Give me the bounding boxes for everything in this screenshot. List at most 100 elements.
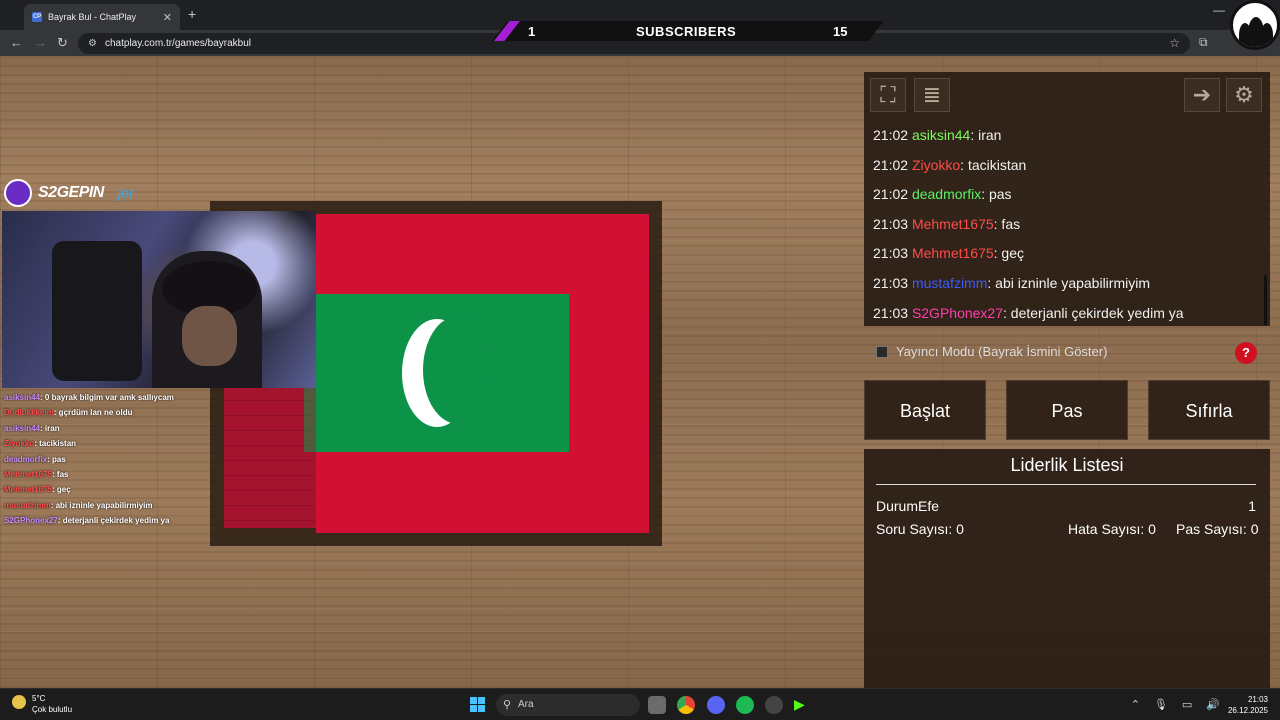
chat-user[interactable]: Mehmet1675 — [912, 245, 994, 261]
chat-message: 21:03 mustafzimm: abi izninle yapabilirm… — [873, 275, 1150, 291]
chat-message: 21:03 Mehmet1675: fas — [873, 216, 1020, 232]
question-count: Soru Sayısı: 0 — [876, 521, 964, 537]
search-icon: ⚲ — [503, 699, 512, 711]
overlay-chat-text: : deterjanli çekirdek yedim ya — [57, 516, 170, 526]
flag-green-panel — [316, 294, 569, 452]
sponsor-logo: jet — [117, 185, 133, 201]
fullscreen-icon[interactable]: ⛶ — [870, 78, 906, 112]
microphone-icon[interactable]: 🎙 — [1154, 698, 1168, 711]
chat-user[interactable]: Mehmet1675 — [912, 216, 994, 232]
chat-time: 21:03 — [873, 304, 909, 321]
task-view-icon[interactable] — [648, 696, 666, 714]
overlay-chat-row: asiksin44: iran — [4, 421, 224, 436]
community-logo-icon — [1230, 0, 1280, 50]
weather-temp: 5°C — [32, 694, 46, 703]
list-icon[interactable]: ≣ — [914, 78, 950, 112]
close-tab-icon[interactable]: ✕ — [163, 11, 172, 24]
chat-user[interactable]: Ziyokko — [912, 157, 960, 173]
weather-widget[interactable]: 5°C Çok bulutlu — [12, 693, 72, 715]
url-text: chatplay.com.tr/games/bayrakbul — [105, 38, 251, 49]
logout-icon[interactable]: ➔ — [1184, 78, 1220, 112]
pass-count: Pas Sayısı: 0 — [1176, 521, 1259, 537]
streamer-mode-label: Yayıncı Modu (Bayrak İsmini Göster) — [896, 344, 1108, 359]
chat-text: : tacikistan — [960, 156, 1027, 173]
game-page: S2GEPIN jet asiksin44: 0 bayrak bilgim v… — [0, 56, 1280, 688]
streamer-mode-checkbox[interactable] — [876, 345, 888, 358]
chat-text: : iran — [970, 127, 1002, 143]
overlay-chat-user: asiksin44 — [4, 423, 41, 433]
extensions-icon[interactable]: ⧉ — [1199, 35, 1208, 50]
forward-arrow-icon[interactable]: → — [34, 35, 47, 50]
network-icon[interactable]: ▭ — [1182, 698, 1192, 711]
chat-message: 21:02 asiksin44: iran — [873, 127, 1001, 143]
tray-overflow-icon[interactable]: ⌃ — [1131, 698, 1140, 711]
weather-cloud-icon — [12, 695, 26, 709]
windows-taskbar: 5°C Çok bulutlu ⚲ Ara ▶ ⌃ 🎙 ▭ 🔊 21:03 26… — [0, 688, 1280, 720]
overlay-chat-row: mustafzimm: abi izninle yapabilirmiyim — [4, 498, 224, 513]
chat-time: 21:03 — [873, 275, 909, 291]
tab-bayrak-bul[interactable]: CP Bayrak Bul - ChatPlay ✕ — [24, 4, 180, 30]
overlay-chat-row: asiksin44: 0 bayrak bilgim var amk sallı… — [4, 390, 224, 405]
chat-text: : fas — [993, 215, 1021, 232]
webcam-chair — [52, 241, 142, 381]
overlay-chat-row: Mehmet1675: geç — [4, 482, 224, 497]
chat-panel: ⛶ ≣ ➔ ⚙ 21:02 asiksin44: iran 21:02 Ziyok… — [864, 72, 1270, 326]
start-button[interactable]: Başlat — [864, 380, 986, 440]
chat-user[interactable]: asiksin44 — [912, 127, 970, 143]
leaderboard-title: Liderlik Listesi — [1010, 455, 1124, 475]
steam-icon[interactable] — [765, 696, 783, 714]
help-button[interactable]: ? — [1235, 342, 1257, 364]
streamer-mode-toggle[interactable]: Yayıncı Modu (Bayrak İsmini Göster) — [876, 344, 1107, 359]
chat-text: : deterjanli çekirdek yedim ya — [1003, 304, 1184, 321]
overlay-chat-text: : fas — [52, 470, 69, 480]
chat-message: 21:03 S2GPhonex27: deterjanli çekirdek y… — [873, 305, 1184, 321]
overlay-chat-user: mustafzimm — [4, 500, 51, 510]
chat-list: 21:02 asiksin44: iran 21:02 Ziyokko: taci… — [864, 120, 1264, 328]
tab-title: Bayrak Bul - ChatPlay — [48, 12, 137, 22]
spotify-icon[interactable] — [736, 696, 754, 714]
flag-image — [316, 214, 649, 533]
chat-user[interactable]: S2GPhonex27 — [912, 305, 1003, 321]
subscriber-left-count: 1 — [528, 24, 536, 39]
chat-text: : geç — [993, 245, 1025, 262]
reset-button[interactable]: Sıfırla — [1148, 380, 1270, 440]
taskbar-clock[interactable]: 21:03 26.12.2025 — [1228, 694, 1268, 716]
overlay-chat-user: Mehmet1675 — [4, 485, 53, 495]
leaderboard-player: DurumEfe — [876, 498, 940, 514]
reload-icon[interactable]: ↻ — [57, 35, 68, 51]
chat-time: 21:02 — [873, 127, 909, 143]
chrome-icon[interactable] — [677, 696, 695, 714]
overlay-chat-user: Dudiukkkeim — [4, 408, 54, 418]
webcam-feed — [2, 211, 316, 388]
chat-message: 21:02 deadmorfix: pas — [873, 186, 1012, 202]
chatplay-favicon-icon: CP — [32, 12, 42, 22]
chat-user[interactable]: deadmorfix — [912, 186, 981, 202]
settings-gear-icon[interactable]: ⚙ — [1226, 78, 1262, 112]
clock-time: 21:03 — [1247, 695, 1268, 704]
bookmark-star-icon[interactable]: ☆ — [1169, 33, 1180, 54]
chat-time: 21:03 — [873, 215, 909, 232]
overlay-chat-text: : pas — [47, 454, 66, 464]
overlay-chat-text: : geç — [52, 485, 71, 495]
kick-icon[interactable]: ▶ — [794, 696, 812, 714]
start-menu-icon[interactable] — [470, 697, 485, 712]
new-tab-icon[interactable]: + — [188, 6, 196, 22]
error-count: Hata Sayısı: 0 — [1068, 521, 1156, 537]
chat-scrollbar[interactable] — [1264, 275, 1267, 325]
stream-chat-overlay: asiksin44: 0 bayrak bilgim var amk sallı… — [4, 390, 224, 529]
leaderboard-score: 1 — [1248, 498, 1256, 514]
minimize-icon[interactable]: — — [1213, 3, 1225, 17]
pass-button[interactable]: Pas — [1006, 380, 1128, 440]
overlay-chat-text: : gçrdüm lan ne oldu — [53, 408, 133, 418]
overlay-chat-user: Mehmet1675 — [4, 470, 53, 480]
back-arrow-icon[interactable]: ← — [10, 35, 23, 50]
taskbar-search[interactable]: ⚲ Ara — [496, 694, 640, 716]
chat-user[interactable]: mustafzimm — [912, 275, 987, 291]
overlay-chat-row: Ziyokko: tacikistan — [4, 436, 224, 451]
volume-icon[interactable]: 🔊 — [1206, 698, 1220, 711]
subscriber-right-count: 15 — [833, 24, 848, 39]
streamer-logo-icon — [4, 179, 32, 207]
overlay-chat-row: Mehmet1675: fas — [4, 467, 224, 482]
site-settings-icon[interactable]: ⚙ — [88, 33, 97, 54]
discord-icon[interactable] — [707, 696, 725, 714]
